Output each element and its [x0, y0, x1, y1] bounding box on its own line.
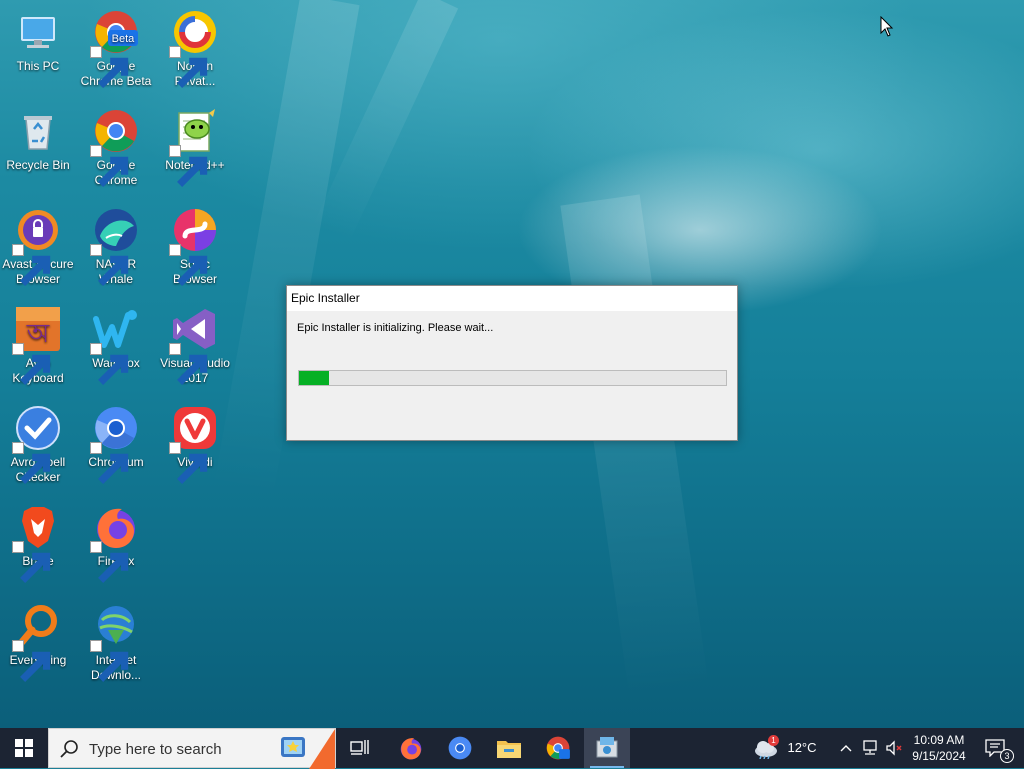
desktop-icon-everything[interactable]: Everything: [0, 598, 76, 690]
desktop-icon-naver-whale[interactable]: NAVER Whale: [78, 202, 154, 294]
shortcut-arrow-icon: [12, 244, 51, 286]
shortcut-arrow-icon: [169, 244, 208, 286]
shortcut-arrow-icon: [169, 46, 208, 88]
shortcut-arrow-icon: [12, 442, 51, 484]
epic-installer-dialog: Epic Installer Epic Installer is initial…: [286, 285, 738, 441]
windows-logo-icon: [15, 739, 33, 757]
search-icon: [60, 740, 78, 758]
desktop-icon-avro-keyboard[interactable]: অ Avro Keyboard: [0, 301, 76, 393]
desktop-icon-vivaldi[interactable]: Vivaldi: [157, 400, 233, 492]
start-button[interactable]: [0, 728, 48, 768]
desktop-icon-avast[interactable]: Avast Secure Browser: [0, 202, 76, 294]
desktop-icon-this-pc[interactable]: This PC: [0, 4, 76, 96]
desktop-icon-recycle-bin[interactable]: Recycle Bin: [0, 103, 76, 195]
taskbar-search-box[interactable]: Type here to search: [48, 728, 336, 769]
volume-button[interactable]: [882, 728, 906, 768]
beta-badge: Beta: [112, 33, 136, 45]
file-explorer-icon: [497, 741, 521, 758]
shortcut-arrow-icon: [90, 244, 129, 286]
desktop-icon-waterfox[interactable]: Waterfox: [78, 301, 154, 393]
icon-label: Recycle Bin: [6, 158, 70, 172]
weather-widget-icon-button[interactable]: 1: [750, 728, 782, 768]
chevron-up-icon: [840, 745, 852, 752]
clock[interactable]: 10:09 AM 9/15/2024: [906, 728, 972, 768]
network-icon: [863, 740, 877, 755]
desktop-icon-chrome-beta[interactable]: Beta Google Chrome Beta: [78, 4, 154, 96]
taskbar-file-explorer[interactable]: [488, 728, 530, 768]
shortcut-arrow-icon: [90, 640, 129, 682]
taskbar: Type here to search 1 12°C 10:09 AM 9/15…: [0, 728, 1024, 769]
shortcut-arrow-icon: [169, 442, 208, 484]
search-placeholder: Type here to search: [89, 741, 222, 758]
desktop-icon-sonic-browser[interactable]: Sonic Browser: [157, 202, 233, 294]
notification-count-badge: 3: [1000, 749, 1014, 763]
search-highlight-icon: [279, 729, 335, 769]
volume-muted-icon: [886, 740, 902, 756]
taskbar-chrome-beta[interactable]: [537, 728, 579, 768]
shortcut-arrow-icon: [12, 541, 51, 583]
network-button[interactable]: [858, 728, 882, 768]
chrome-beta-icon: [546, 736, 570, 760]
installer-icon: [596, 737, 618, 758]
dialog-title[interactable]: Epic Installer: [287, 286, 737, 311]
icon-label: This PC: [16, 59, 60, 73]
shortcut-arrow-icon: [169, 343, 208, 385]
desktop-icon-avro-spell[interactable]: Avro Spell Checker: [0, 400, 76, 492]
clock-time: 10:09 AM: [913, 733, 965, 747]
desktop-icon-brave[interactable]: Brave: [0, 499, 76, 591]
notification-center-button[interactable]: 3: [978, 728, 1014, 768]
shortcut-arrow-icon: [12, 640, 51, 682]
desktop-icon-visual-studio[interactable]: Visual Studio 2017: [157, 301, 233, 393]
desktop: This PC Recycle Bin Avast Secure Browser…: [0, 0, 1024, 728]
shortcut-arrow-icon: [169, 145, 208, 187]
desktop-icon-internet-download-manager[interactable]: Internet Downlo...: [78, 598, 154, 690]
desktop-icon-firefox[interactable]: Firefox: [78, 499, 154, 591]
weather-alert-badge: 1: [768, 735, 779, 746]
desktop-icon-norton[interactable]: Norton Privat...: [157, 4, 233, 96]
clock-date: 9/15/2024: [912, 749, 966, 763]
shortcut-arrow-icon: [90, 343, 129, 385]
shortcut-arrow-icon: [12, 343, 51, 385]
chromium-icon: [448, 736, 472, 760]
desktop-icon-chrome[interactable]: Google Chrome: [78, 103, 154, 195]
desktop-icon-notepad-plus-plus[interactable]: Notepad++: [157, 103, 233, 195]
dialog-message: Epic Installer is initializing. Please w…: [297, 322, 494, 334]
shortcut-arrow-icon: [90, 46, 129, 88]
recycle-bin-icon: [24, 116, 52, 150]
firefox-icon: [400, 738, 422, 760]
weather-temperature[interactable]: 12°C: [782, 728, 822, 768]
shortcut-arrow-icon: [90, 541, 129, 583]
this-pc-icon: [21, 17, 55, 48]
taskbar-installer-active[interactable]: [584, 728, 630, 768]
progress-bar: [298, 370, 727, 386]
desktop-icon-chromium[interactable]: Chromium: [78, 400, 154, 492]
task-view-button[interactable]: [340, 728, 380, 768]
shortcut-arrow-icon: [90, 145, 129, 187]
shortcut-arrow-icon: [90, 442, 129, 484]
mouse-cursor-icon: [880, 16, 894, 37]
show-hidden-icons-button[interactable]: [836, 728, 856, 768]
task-view-icon: [350, 740, 369, 755]
taskbar-firefox[interactable]: [390, 728, 432, 768]
progress-fill: [299, 371, 329, 385]
taskbar-chromium[interactable]: [439, 728, 481, 768]
